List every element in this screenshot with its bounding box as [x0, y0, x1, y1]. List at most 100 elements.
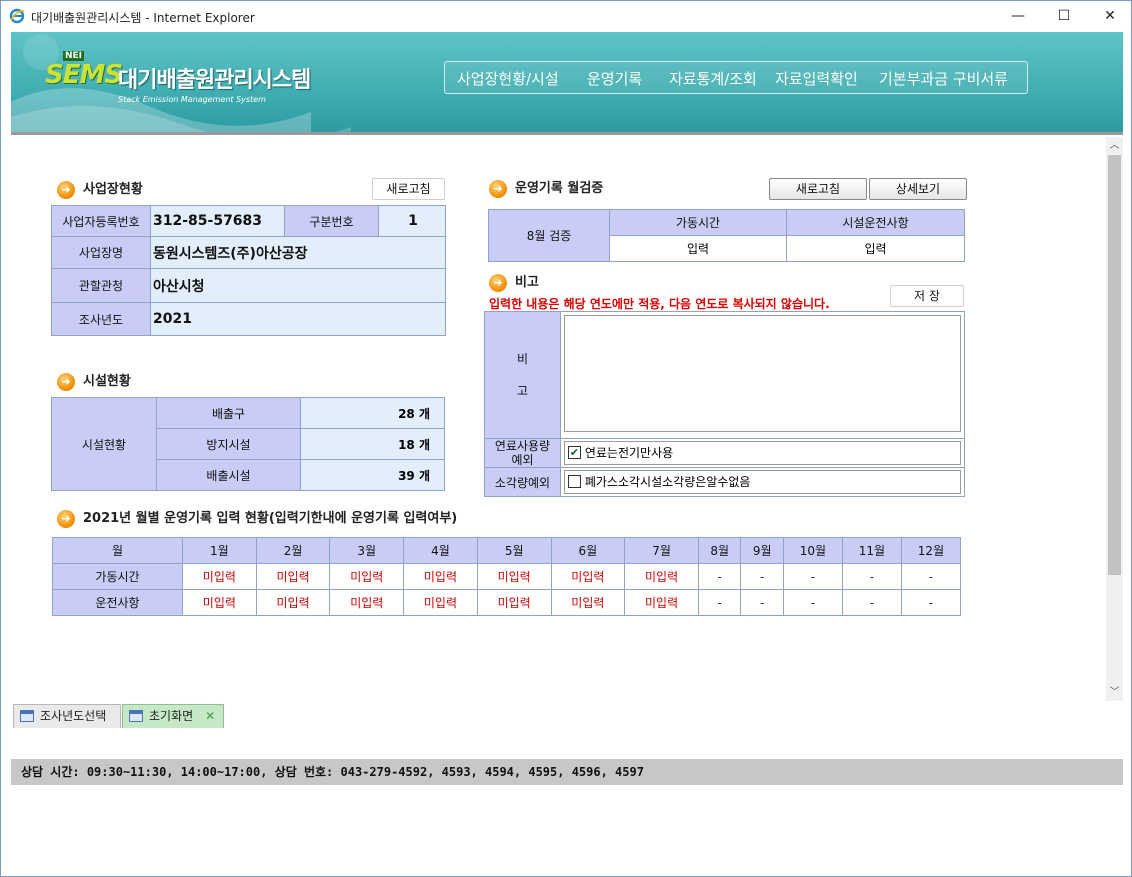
verify-refresh-button[interactable]: 새로고침: [769, 178, 867, 200]
authority-value: 아산시청: [150, 268, 446, 303]
scroll-thumb[interactable]: [1108, 155, 1121, 575]
vertical-scrollbar[interactable]: ︿ ﹀: [1106, 137, 1123, 701]
month-status-cell: -: [841, 589, 902, 616]
facility-row-value: 28 개: [300, 397, 445, 429]
status-bar: 상담 시간: 09:30~11:30, 14:00~17:00, 상담 번호: …: [11, 759, 1123, 785]
note-textarea[interactable]: [564, 315, 961, 432]
month-header: 11월: [841, 537, 902, 564]
facility-row-label: 방지시설: [156, 428, 301, 460]
monthly-status-table: 월 1월 2월 3월 4월 5월 6월 7월 8월 9월 10월 11월 12월 가동시간 미입력 미입…: [52, 537, 962, 616]
month-status-cell: 미입력: [624, 589, 699, 616]
monthly-header-label: 월: [52, 537, 183, 564]
month-status-cell: 미입력: [255, 589, 331, 616]
scroll-down-icon[interactable]: ﹀: [1106, 684, 1123, 701]
month-status-cell: 미입력: [403, 589, 478, 616]
facility-group-label: 시설현황: [51, 397, 157, 491]
verify-section-title: ➜ 운영기록 월검증: [489, 180, 603, 198]
scroll-up-icon[interactable]: ︿: [1106, 137, 1123, 154]
business-info-table: 사업자등록번호 312-85-57683 구분번호 1 사업장명 동원시스템즈(…: [51, 205, 446, 336]
facility-section-title: ➜ 시설현황: [57, 373, 131, 391]
month-status-cell: 미입력: [182, 589, 257, 616]
fuel-checkbox-label: 연료는전기만사용: [584, 446, 674, 460]
note-label: 비 고: [484, 311, 561, 439]
facility-row-label: 배출시설: [156, 459, 301, 491]
reg-no-label: 사업자등록번호: [51, 205, 151, 237]
authority-label: 관할관청: [51, 268, 151, 303]
arrow-bullet-icon: ➜: [489, 180, 507, 198]
month-header: 5월: [476, 537, 552, 564]
verify-table: 8월 검증 가동시간 시설운전사항 입력 입력: [488, 209, 965, 262]
month-status-cell: -: [740, 589, 784, 616]
tab-label: 초기화면: [149, 709, 194, 723]
business-refresh-button[interactable]: 새로고침: [372, 178, 445, 200]
month-header: 8월: [697, 537, 742, 564]
month-status-cell: 미입력: [329, 563, 405, 590]
arrow-bullet-icon: ➜: [57, 373, 75, 391]
verify-detail-button[interactable]: 상세보기: [869, 178, 967, 200]
close-button[interactable]: ✕: [1087, 1, 1132, 31]
month-header: 2월: [255, 537, 331, 564]
month-header: 1월: [182, 537, 257, 564]
facility-row-value: 39 개: [300, 459, 445, 491]
verify-col-operation: 시설운전사항: [786, 209, 965, 236]
facility-row-label: 배출구: [156, 397, 301, 429]
window-icon: [20, 710, 34, 722]
div-no-value: 1: [378, 205, 446, 237]
window-title: 대기배출원관리시스템 - Internet Explorer: [31, 11, 255, 25]
facility-table: 시설현황 배출구 28 개 방지시설 18 개 배출시설 39 개: [51, 397, 445, 491]
site-header: NEI SEMS 대기배출원관리시스템 Stack Emission Manag…: [11, 32, 1123, 134]
nav-operation-record[interactable]: 운영기록: [587, 68, 642, 89]
minimize-button[interactable]: —: [995, 1, 1041, 31]
year-value: 2021: [150, 302, 446, 336]
fuel-exception-label: 연료사용량 예외: [484, 438, 561, 468]
month-status-cell: 미입력: [403, 563, 478, 590]
incineration-checkbox[interactable]: [568, 475, 581, 488]
nav-statistics[interactable]: 자료통계/조회: [669, 68, 757, 89]
note-label-top: 비: [516, 352, 529, 366]
maximize-button[interactable]: ☐: [1041, 1, 1087, 31]
note-save-button[interactable]: 저 장: [890, 285, 964, 307]
incineration-checkbox-label: 폐가스소각시설소각량은알수없음: [584, 475, 751, 489]
title-bar: 대기배출원관리시스템 - Internet Explorer — ☐ ✕: [1, 1, 1131, 31]
year-label: 조사년도: [51, 302, 151, 336]
verify-month-label: 8월 검증: [488, 209, 610, 262]
month-status-cell: 미입력: [182, 563, 257, 590]
month-header: 12월: [900, 537, 962, 564]
month-status-cell: -: [841, 563, 902, 590]
tab-label: 조사년도선택: [40, 709, 107, 723]
arrow-bullet-icon: ➜: [489, 274, 507, 292]
nav-input-check[interactable]: 자료입력확인: [775, 68, 858, 89]
month-header: 3월: [329, 537, 405, 564]
name-label: 사업장명: [51, 236, 151, 269]
month-header: 4월: [403, 537, 478, 564]
business-section-title: ➜ 사업장현황: [57, 181, 143, 199]
month-status-cell: -: [900, 563, 962, 590]
month-status-cell: 미입력: [550, 563, 626, 590]
tab-close-icon[interactable]: ✕: [205, 709, 223, 723]
arrow-bullet-icon: ➜: [57, 181, 75, 199]
month-header: 6월: [550, 537, 626, 564]
month-status-cell: -: [697, 589, 742, 616]
name-value: 동원시스템즈(주)아산공장: [150, 236, 446, 269]
arrow-bullet-icon: ➜: [57, 510, 75, 528]
fuel-checkbox[interactable]: ✔: [568, 446, 581, 459]
nav-business[interactable]: 사업장현황/시설: [457, 68, 559, 89]
month-status-cell: 미입력: [255, 563, 331, 590]
month-status-cell: 미입력: [624, 563, 699, 590]
facility-row-value: 18 개: [300, 428, 445, 460]
nav-documents[interactable]: 기본부과금 구비서류: [879, 68, 1008, 89]
tab-year-select[interactable]: 조사년도선택: [13, 704, 121, 728]
window-icon: [129, 710, 143, 722]
tab-home[interactable]: 초기화면 ✕: [122, 704, 224, 728]
verify-runtime-value: 입력: [609, 235, 787, 262]
month-status-cell: 미입력: [329, 589, 405, 616]
month-status-cell: -: [740, 563, 784, 590]
verify-col-runtime: 가동시간: [609, 209, 787, 236]
note-label-bottom: 고: [516, 384, 529, 398]
month-status-cell: 미입력: [550, 589, 626, 616]
month-header: 10월: [782, 537, 843, 564]
month-status-cell: -: [697, 563, 742, 590]
site-title: 대기배출원관리시스템: [118, 68, 311, 93]
month-status-cell: -: [782, 563, 843, 590]
month-status-cell: -: [782, 589, 843, 616]
